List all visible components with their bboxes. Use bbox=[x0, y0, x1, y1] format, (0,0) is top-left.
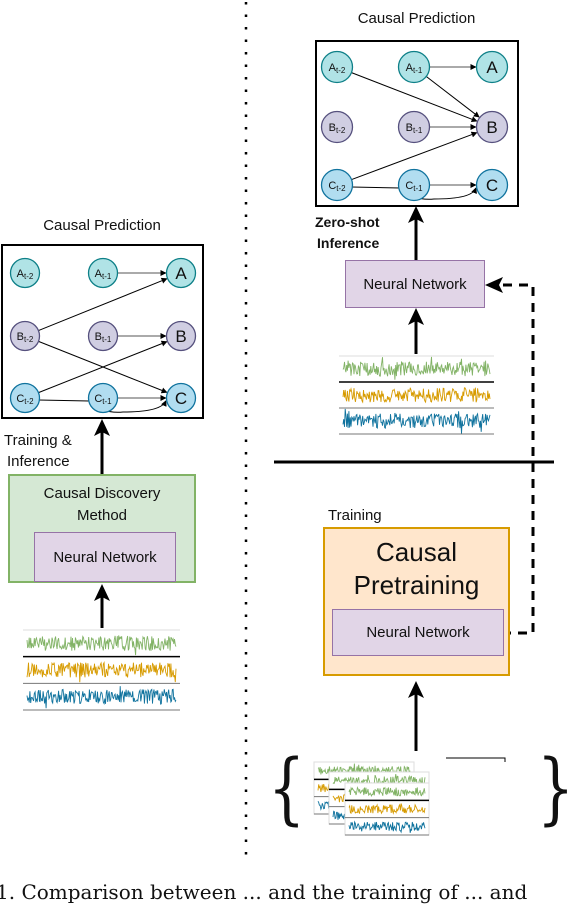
figure-caption-fragment: 1. Comparison between ... and the traini… bbox=[0, 880, 528, 904]
synthetic-dataset-thumbnails bbox=[313, 757, 506, 836]
